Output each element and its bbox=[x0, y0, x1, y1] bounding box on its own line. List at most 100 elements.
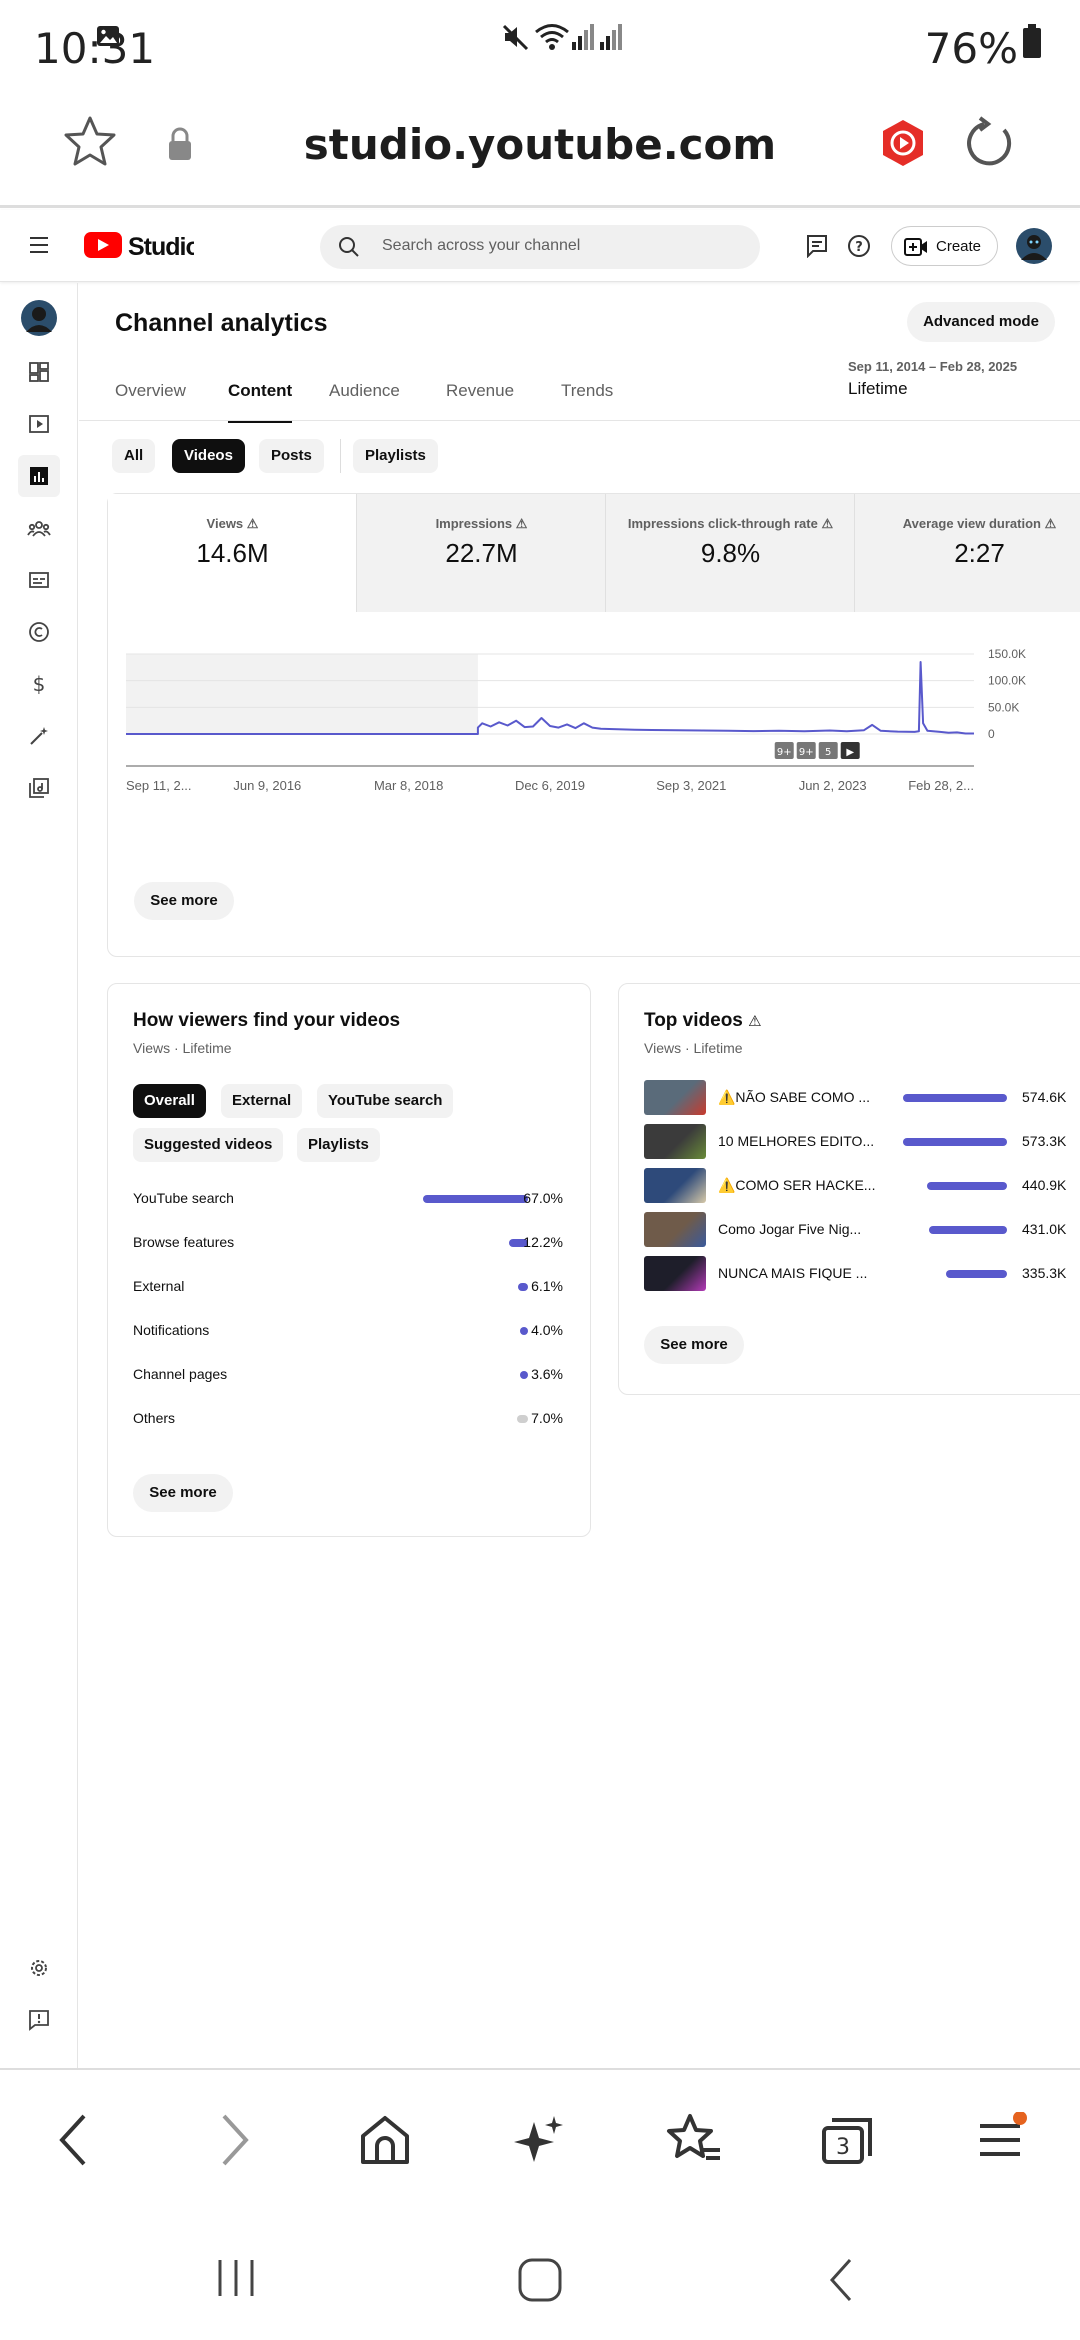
traffic-row[interactable]: Others 7.0% bbox=[133, 1408, 563, 1432]
customization-icon[interactable] bbox=[18, 715, 60, 757]
signal-icon-2 bbox=[600, 24, 622, 50]
chip-external[interactable]: External bbox=[221, 1084, 303, 1118]
subtitles-icon[interactable] bbox=[18, 559, 60, 601]
traffic-row-value: 6.1% bbox=[531, 1278, 563, 1294]
menu-icon[interactable] bbox=[28, 234, 56, 258]
dashboard-icon[interactable] bbox=[18, 351, 60, 393]
tab-content[interactable]: Content bbox=[228, 381, 293, 423]
create-button[interactable]: Create bbox=[891, 226, 998, 266]
ai-sparkle-icon[interactable] bbox=[510, 2110, 570, 2170]
top-video-row[interactable]: ⚠️NÃO SABE COMO ... 574.6K bbox=[644, 1080, 1080, 1116]
top-video-row[interactable]: ⚠️COMO SER HACKE... 440.9K bbox=[644, 1168, 1080, 1204]
video-thumbnail[interactable] bbox=[644, 1212, 706, 1247]
content-icon[interactable] bbox=[18, 403, 60, 445]
svg-text:$: $ bbox=[33, 672, 46, 696]
traffic-row-label: YouTube search bbox=[133, 1190, 234, 1206]
chip-suggested-videos[interactable]: Suggested videos bbox=[133, 1128, 284, 1162]
left-nav-rail: $ bbox=[0, 283, 78, 2068]
see-more-button[interactable]: See more bbox=[644, 1326, 744, 1364]
metric-avg-view-duration[interactable]: Average view duration ⚠ 2:27 bbox=[855, 494, 1080, 612]
page-title: Channel analytics bbox=[115, 309, 328, 337]
y-tick-label: 0 bbox=[988, 727, 995, 741]
reload-icon[interactable] bbox=[962, 116, 1018, 172]
traffic-row-value: 12.2% bbox=[523, 1234, 563, 1250]
settings-icon[interactable] bbox=[18, 1947, 60, 1989]
youtube-app-icon[interactable] bbox=[880, 118, 926, 168]
video-thumbnail[interactable] bbox=[644, 1080, 706, 1115]
metric-views[interactable]: Views ⚠ 14.6M bbox=[108, 494, 357, 612]
tab-revenue[interactable]: Revenue bbox=[446, 381, 514, 423]
date-range[interactable]: Sep 11, 2014 – Feb 28, 2025 bbox=[848, 359, 1017, 374]
video-title[interactable]: 10 MELHORES EDITO... bbox=[718, 1133, 874, 1149]
account-avatar[interactable] bbox=[1016, 228, 1052, 264]
video-views-bar bbox=[903, 1094, 1007, 1102]
date-period-label[interactable]: Lifetime bbox=[848, 379, 908, 399]
studio-logo[interactable]: Studio bbox=[82, 228, 194, 264]
traffic-sources-card: How viewers find your videos Views · Lif… bbox=[107, 983, 591, 1537]
back-icon[interactable] bbox=[44, 2110, 104, 2170]
video-title[interactable]: ⚠️COMO SER HACKE... bbox=[718, 1177, 875, 1194]
browser-menu-icon[interactable] bbox=[972, 2110, 1032, 2170]
analytics-icon[interactable] bbox=[18, 455, 60, 497]
bookmarks-icon[interactable] bbox=[664, 2110, 724, 2170]
chip-videos[interactable]: Videos bbox=[172, 439, 245, 473]
feedback-icon[interactable] bbox=[806, 234, 828, 258]
help-icon[interactable]: ? bbox=[847, 234, 871, 258]
traffic-row[interactable]: Browse features 12.2% bbox=[133, 1232, 563, 1256]
video-thumbnail[interactable] bbox=[644, 1168, 706, 1203]
metric-label: Impressions click-through rate ⚠ bbox=[627, 516, 834, 531]
warning-icon: ⚠ bbox=[515, 516, 528, 531]
video-title[interactable]: ⚠️NÃO SABE COMO ... bbox=[718, 1089, 870, 1106]
traffic-row[interactable]: YouTube search 67.0% bbox=[133, 1188, 563, 1212]
chip-playlists[interactable]: Playlists bbox=[353, 439, 438, 473]
video-title[interactable]: Como Jogar Five Nig... bbox=[718, 1221, 861, 1237]
see-more-button[interactable]: See more bbox=[133, 1474, 233, 1512]
create-video-icon bbox=[904, 237, 928, 257]
advanced-mode-button[interactable]: Advanced mode bbox=[907, 302, 1055, 342]
search-placeholder: Search across your channel bbox=[382, 237, 581, 254]
chip-playlists[interactable]: Playlists bbox=[297, 1128, 380, 1162]
signal-icon-1 bbox=[572, 24, 594, 50]
earn-icon[interactable]: $ bbox=[18, 663, 60, 705]
traffic-row-value: 3.6% bbox=[531, 1366, 563, 1382]
metric-ctr[interactable]: Impressions click-through rate ⚠ 9.8% bbox=[606, 494, 855, 612]
tabs-icon[interactable]: 3 bbox=[818, 2110, 878, 2170]
warning-icon: ⚠ bbox=[1044, 516, 1057, 531]
browser-bottom-nav: 3 bbox=[0, 2068, 1080, 2204]
traffic-row-bar bbox=[517, 1415, 528, 1423]
search-input[interactable]: Search across your channel bbox=[320, 225, 760, 269]
tab-audience[interactable]: Audience bbox=[329, 381, 400, 423]
top-video-row[interactable]: NUNCA MAIS FIQUE ... 335.3K bbox=[644, 1256, 1080, 1292]
tab-overview[interactable]: Overview bbox=[115, 381, 186, 423]
video-thumbnail[interactable] bbox=[644, 1256, 706, 1291]
see-more-button[interactable]: See more bbox=[134, 882, 234, 920]
video-title[interactable]: NUNCA MAIS FIQUE ... bbox=[718, 1265, 867, 1281]
recent-apps-icon[interactable] bbox=[214, 2256, 258, 2300]
audio-library-icon[interactable] bbox=[18, 767, 60, 809]
warning-icon: ⚠ bbox=[748, 1013, 762, 1030]
home-icon[interactable] bbox=[355, 2110, 415, 2170]
community-icon[interactable] bbox=[18, 507, 60, 549]
metric-impressions[interactable]: Impressions ⚠ 22.7M bbox=[357, 494, 606, 612]
android-back-icon[interactable] bbox=[826, 2256, 856, 2304]
video-thumbnail[interactable] bbox=[644, 1124, 706, 1159]
channel-avatar[interactable] bbox=[18, 297, 60, 339]
traffic-row[interactable]: External 6.1% bbox=[133, 1276, 563, 1300]
chip-all[interactable]: All bbox=[112, 439, 156, 473]
android-home-icon[interactable] bbox=[516, 2256, 564, 2304]
top-video-row[interactable]: 10 MELHORES EDITO... 573.3K bbox=[644, 1124, 1080, 1160]
top-video-row[interactable]: Como Jogar Five Nig... 431.0K bbox=[644, 1212, 1080, 1248]
forward-icon[interactable] bbox=[204, 2110, 264, 2170]
send-feedback-icon[interactable] bbox=[18, 1999, 60, 2041]
traffic-row-label: Notifications bbox=[133, 1322, 210, 1338]
copyright-icon[interactable] bbox=[18, 611, 60, 653]
traffic-row[interactable]: Channel pages 3.6% bbox=[133, 1364, 563, 1388]
metric-value: 9.8% bbox=[700, 538, 761, 568]
chip-overall[interactable]: Overall bbox=[133, 1084, 206, 1118]
chip-posts[interactable]: Posts bbox=[259, 439, 324, 473]
chip-youtube-search[interactable]: YouTube search bbox=[317, 1084, 454, 1118]
traffic-row[interactable]: Notifications 4.0% bbox=[133, 1320, 563, 1344]
tab-trends[interactable]: Trends bbox=[561, 381, 613, 423]
traffic-row-bar bbox=[520, 1327, 528, 1335]
battery-percentage: 76% bbox=[924, 24, 1018, 73]
